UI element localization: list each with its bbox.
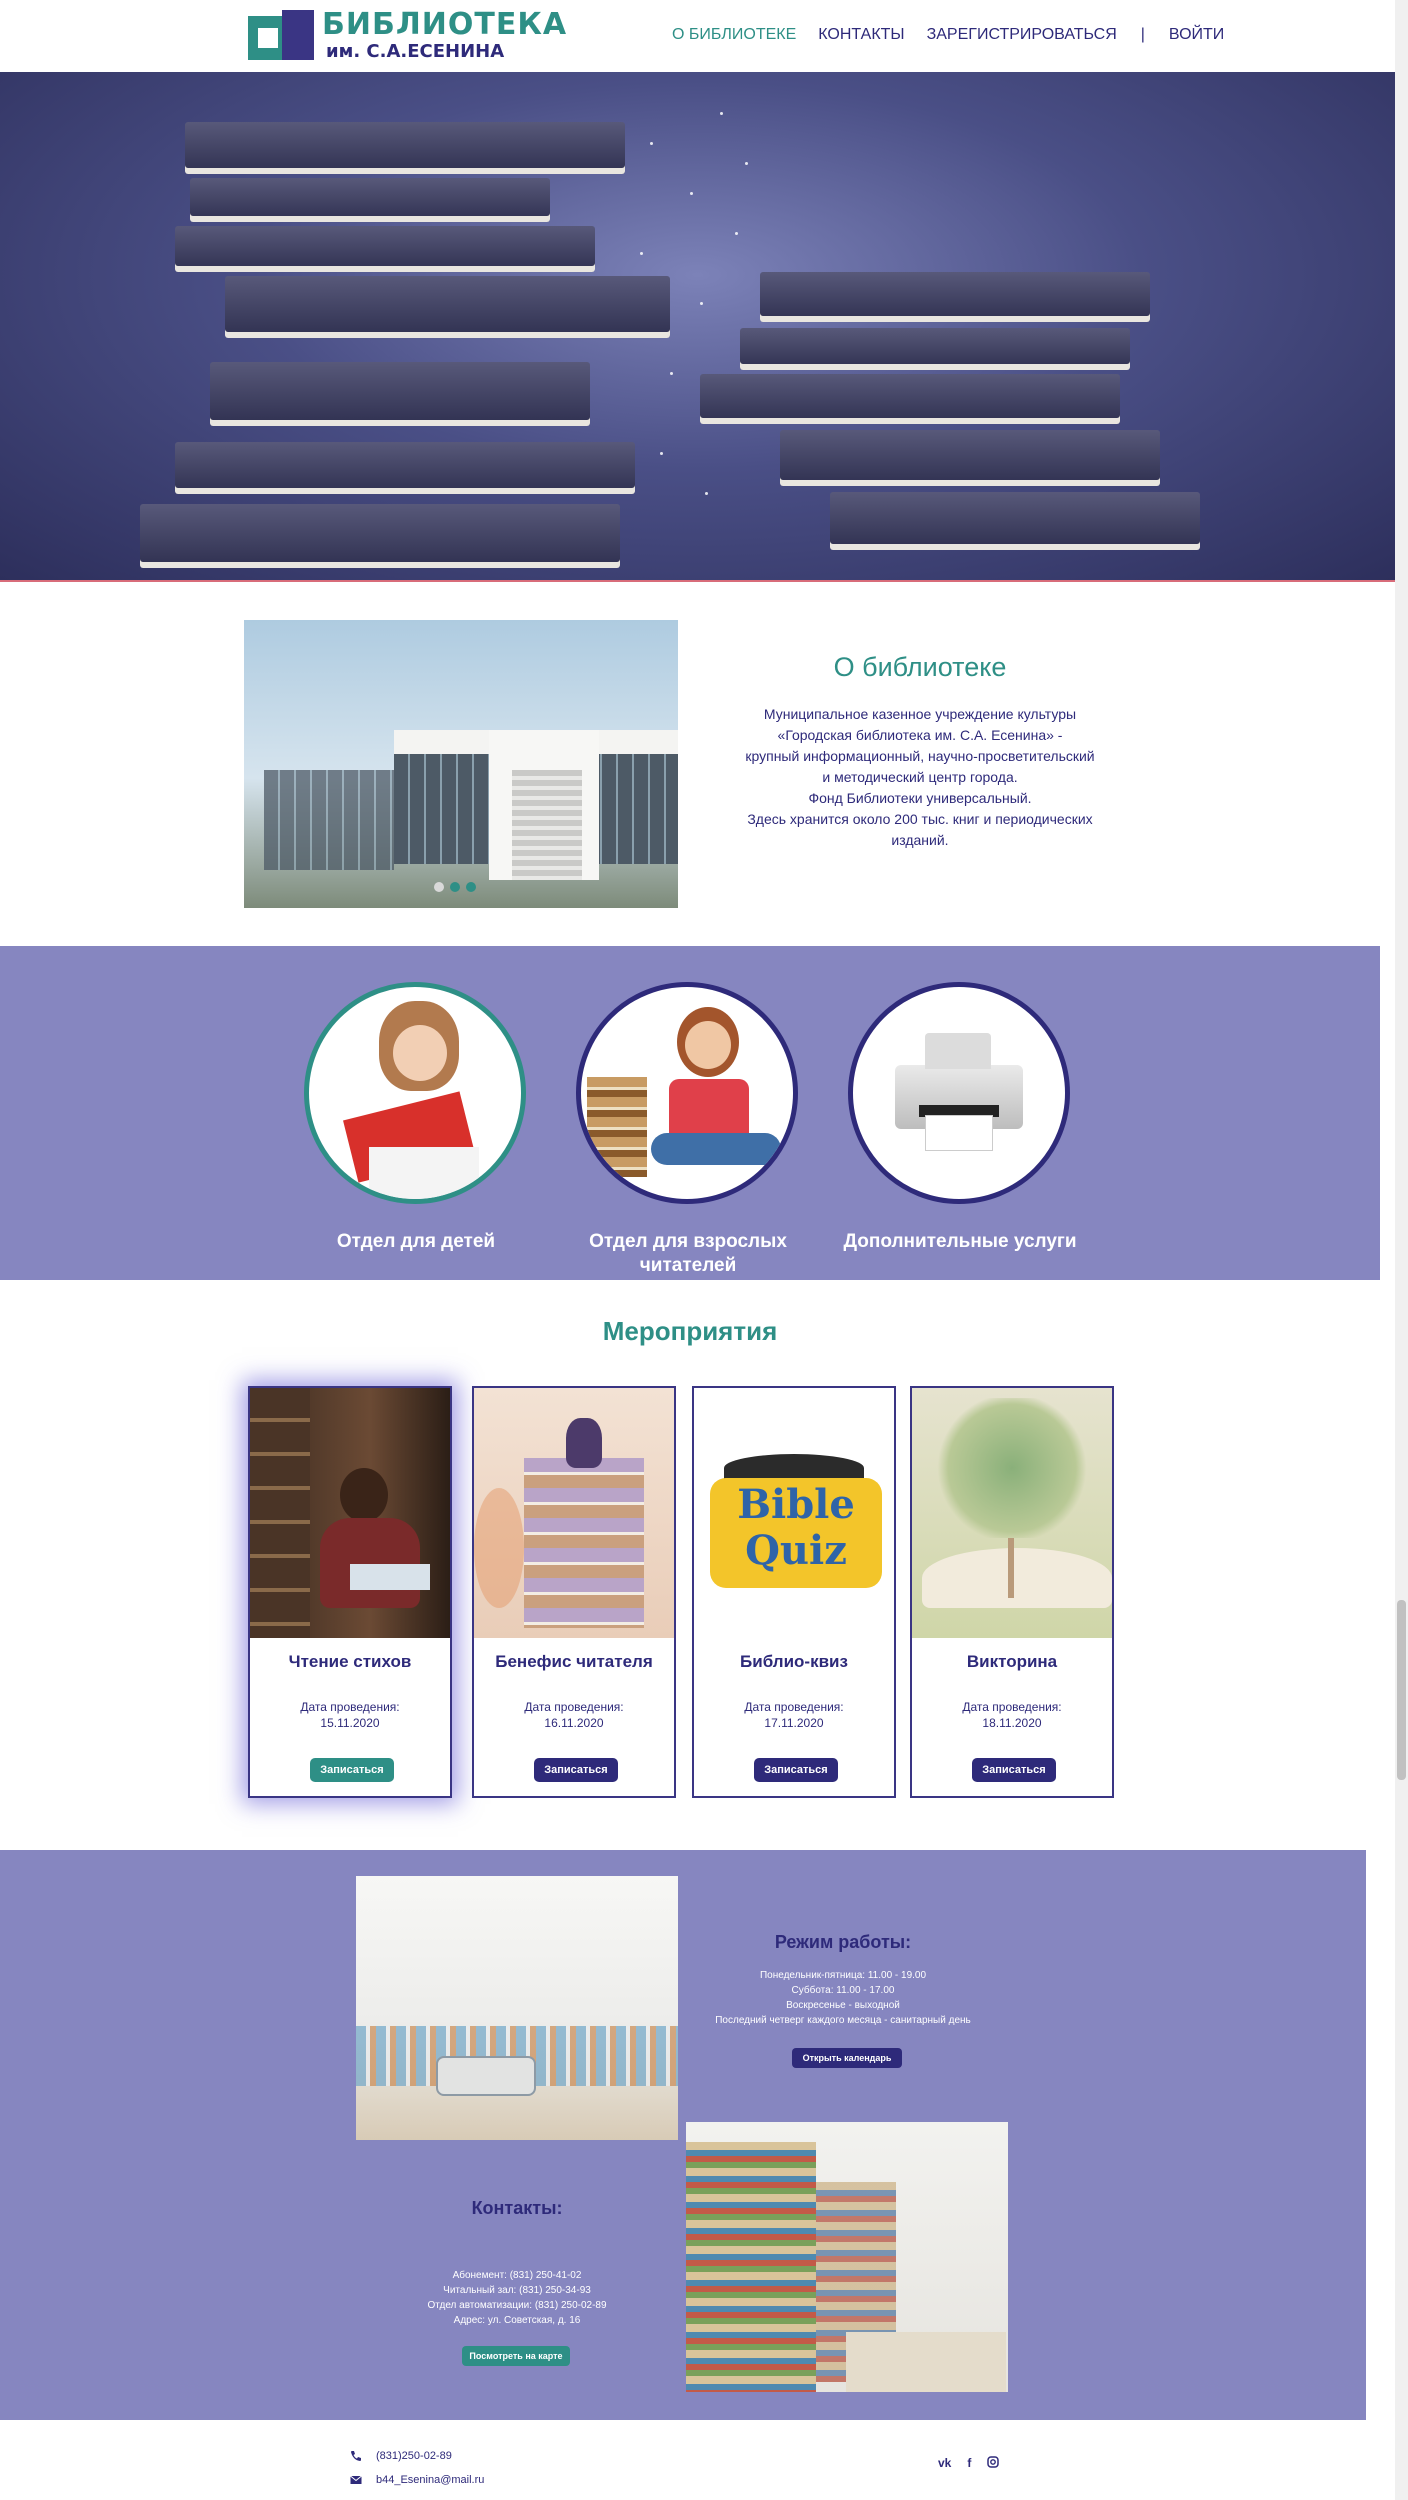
children-department-image[interactable] (304, 982, 526, 1204)
event-signup-button[interactable]: Записаться (754, 1758, 838, 1782)
hero-divider (0, 580, 1395, 582)
events-title: Мероприятия (602, 1316, 778, 1346)
event-date: 16.11.2020 (544, 1716, 604, 1730)
about-title: О библиотеке (833, 652, 1007, 682)
info-section: Режим работы: Понедельник-пятница: 11.00… (0, 1850, 1366, 2420)
footer-email[interactable]: b44_Esenina@mail.ru (350, 2474, 484, 2486)
event-name: Чтение стихов (288, 1652, 412, 1671)
event-signup-button[interactable]: Записаться (972, 1758, 1056, 1782)
event-card-benefit[interactable]: Бенефис читателя Дата проведения: 16.11.… (472, 1386, 676, 1798)
event-image-benefit (474, 1388, 674, 1638)
logo-title: БИБЛИОТЕКА (322, 6, 568, 42)
hero-banner-books (0, 72, 1395, 580)
footer-email-text: b44_Esenina@mail.ru (376, 2474, 485, 2486)
event-signup-button[interactable]: Записаться (310, 1758, 394, 1782)
main-nav: О БИБЛИОТЕКЕ КОНТАКТЫ ЗАРЕГИСТРИРОВАТЬСЯ… (672, 26, 1224, 44)
nav-separator: | (1140, 26, 1145, 43)
facebook-icon[interactable]: f (967, 2456, 971, 2471)
additional-services-image[interactable] (848, 982, 1070, 1204)
event-name: Викторина (966, 1652, 1058, 1671)
event-image-quiz: Bible Quiz (694, 1388, 894, 1638)
children-department-label[interactable]: Отдел для детей (296, 1230, 536, 1254)
event-card-quiz[interactable]: Bible Quiz Библио-квиз Дата проведения: … (692, 1386, 896, 1798)
quiz-logo-word: Bible (737, 1481, 855, 1528)
social-links: vk f (938, 2456, 1000, 2471)
contacts-title: Контакты: (471, 2198, 563, 2218)
nav-register-link[interactable]: ЗАРЕГИСТРИРОВАТЬСЯ (927, 26, 1117, 44)
event-signup-button[interactable]: Записаться (534, 1758, 618, 1782)
event-date: 18.11.2020 (982, 1716, 1042, 1730)
view-map-button[interactable]: Посмотреть на карте (462, 2346, 570, 2366)
instagram-icon[interactable] (987, 2456, 1000, 2471)
logo-subtitle: им. С.А.ЕСЕНИНА (326, 40, 505, 62)
event-date-label: Дата проведения: (524, 1700, 624, 1714)
nav-contacts-link[interactable]: КОНТАКТЫ (818, 26, 904, 44)
event-date-label: Дата проведения: (300, 1700, 400, 1714)
reading-hall-image (356, 1876, 678, 2140)
event-date: 17.11.2020 (764, 1716, 824, 1730)
event-card-trivia[interactable]: Викторина Дата проведения: 18.11.2020 За… (910, 1386, 1114, 1798)
slider-dots[interactable] (434, 882, 476, 892)
event-card-poetry[interactable]: Чтение стихов Дата проведения: 15.11.202… (248, 1386, 452, 1798)
adult-department-image[interactable] (576, 982, 798, 1204)
quiz-logo-word: Quiz (745, 1527, 847, 1574)
event-image-poetry (250, 1388, 450, 1638)
mail-icon (350, 2474, 362, 2486)
library-building-slider[interactable] (244, 620, 678, 908)
vk-icon[interactable]: vk (938, 2456, 951, 2471)
adult-department-label[interactable]: Отдел для взрослых читателей (568, 1230, 808, 1278)
phone-icon (350, 2450, 362, 2462)
event-name: Библио-квиз (740, 1652, 848, 1671)
contacts-text: Абонемент: (831) 250-41-02 Читальный зал… (427, 2270, 607, 2326)
scrollbar-thumb[interactable] (1397, 1600, 1406, 1780)
schedule-text: Понедельник-пятница: 11.00 - 19.00 Суббо… (715, 1970, 971, 2026)
open-calendar-button[interactable]: Открыть календарь (792, 2048, 902, 2068)
about-description: Муниципальное казенное учреждение культу… (745, 706, 1095, 848)
page-scrollbar[interactable] (1395, 0, 1408, 2500)
logo-icon (248, 8, 316, 62)
schedule-title: Режим работы: (774, 1932, 912, 1952)
footer-phone[interactable]: (831)250-02-89 (350, 2450, 452, 2462)
bookshelves-image (686, 2122, 1008, 2392)
library-logo[interactable]: БИБЛИОТЕКА им. С.А.ЕСЕНИНА (248, 8, 567, 62)
departments-section: Отдел для детей Отдел для взрослых читат… (0, 946, 1380, 1280)
event-date-label: Дата проведения: (962, 1700, 1062, 1714)
site-header: БИБЛИОТЕКА им. С.А.ЕСЕНИНА О БИБЛИОТЕКЕ … (0, 0, 1395, 72)
event-date: 15.11.2020 (320, 1716, 380, 1730)
nav-login-link[interactable]: ВОЙТИ (1169, 26, 1224, 44)
site-footer: (831)250-02-89 b44_Esenina@mail.ru vk f (0, 2420, 1366, 2500)
footer-phone-text: (831)250-02-89 (376, 2450, 452, 2462)
event-image-trivia (912, 1388, 1112, 1638)
event-date-label: Дата проведения: (744, 1700, 844, 1714)
nav-about-link[interactable]: О БИБЛИОТЕКЕ (672, 26, 796, 44)
additional-services-label[interactable]: Дополнительные услуги (840, 1230, 1080, 1254)
event-name: Бенефис читателя (495, 1652, 653, 1671)
